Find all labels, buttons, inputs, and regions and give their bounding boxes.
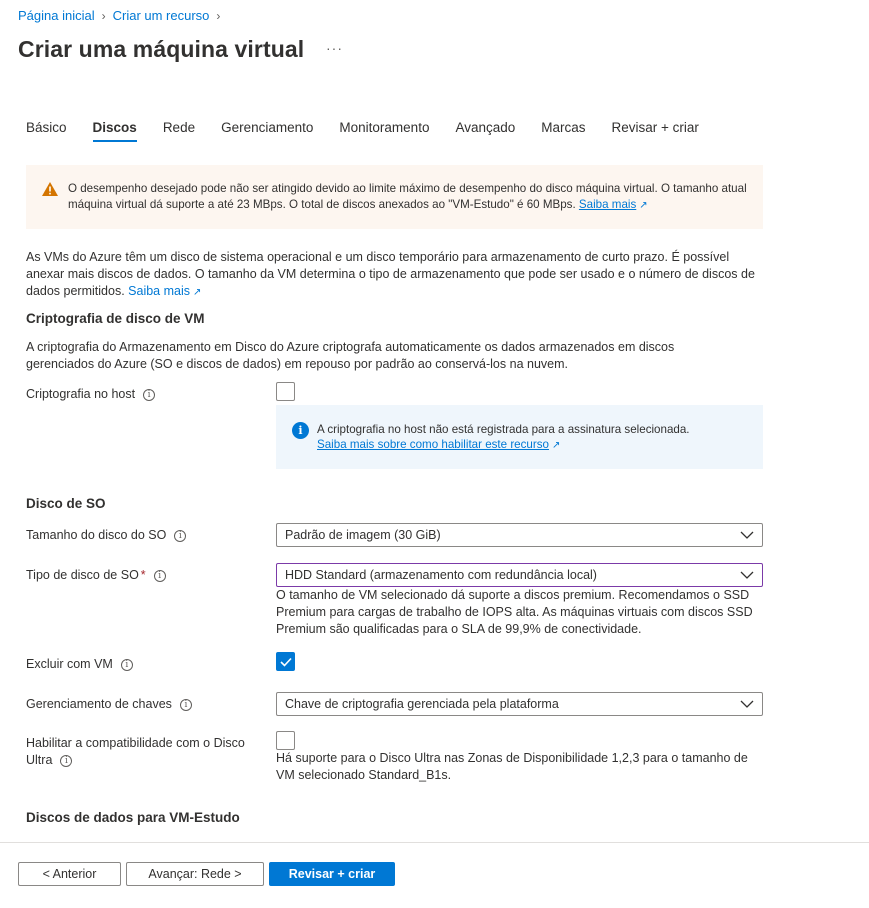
intro-text: As VMs do Azure têm um disco de sistema … bbox=[26, 249, 766, 301]
info-icon[interactable]: i bbox=[179, 698, 192, 711]
os-disk-heading: Disco de SO bbox=[26, 496, 106, 511]
previous-button[interactable]: < Anterior bbox=[18, 862, 121, 886]
key-management-select[interactable]: Chave de criptografia gerenciada pela pl… bbox=[276, 692, 763, 716]
breadcrumb-create-link[interactable]: Criar um recurso bbox=[113, 8, 210, 23]
more-options-icon[interactable]: ··· bbox=[326, 40, 343, 56]
host-encryption-checkbox[interactable] bbox=[276, 382, 295, 401]
data-disks-heading: Discos de dados para VM-Estudo bbox=[26, 810, 240, 825]
key-management-label-text: Gerenciamento de chaves bbox=[26, 697, 172, 711]
external-link-icon: ↗ bbox=[639, 200, 648, 211]
info-filled-icon: i bbox=[292, 422, 309, 439]
page-title: Criar uma máquina virtual bbox=[18, 36, 305, 62]
intro-learn-more-link[interactable]: Saiba mais bbox=[128, 284, 190, 298]
delete-with-vm-checkbox[interactable] bbox=[276, 652, 295, 671]
os-disk-size-value: Padrão de imagem (30 GiB) bbox=[285, 528, 441, 542]
os-disk-size-label: Tamanho do disco do SO i bbox=[26, 527, 187, 544]
chevron-down-icon bbox=[740, 700, 754, 708]
info-icon[interactable]: i bbox=[153, 569, 166, 582]
os-disk-size-select[interactable]: Padrão de imagem (30 GiB) bbox=[276, 523, 763, 547]
tab-discos[interactable]: Discos bbox=[92, 120, 138, 142]
chevron-right-icon: › bbox=[216, 8, 221, 23]
os-disk-type-label-text: Tipo de disco de SO bbox=[26, 568, 139, 582]
os-disk-type-label: Tipo de disco de SO * i bbox=[26, 567, 166, 584]
host-encryption-info-box: i A criptografia no host não está regist… bbox=[276, 405, 763, 469]
checkmark-icon bbox=[280, 657, 292, 667]
os-disk-type-value: HDD Standard (armazenamento com redundân… bbox=[285, 568, 597, 582]
os-disk-type-select[interactable]: HDD Standard (armazenamento com redundân… bbox=[276, 563, 763, 587]
encryption-heading: Criptografia de disco de VM bbox=[26, 311, 205, 326]
warning-banner: O desempenho desejado pode não ser ating… bbox=[26, 165, 763, 229]
chevron-down-icon bbox=[740, 571, 754, 579]
info-box-text: A criptografia no host não está registra… bbox=[317, 423, 690, 436]
warning-icon bbox=[42, 182, 58, 196]
tab-rede[interactable]: Rede bbox=[163, 120, 195, 142]
next-network-button[interactable]: Avançar: Rede > bbox=[126, 862, 264, 886]
external-link-icon: ↗ bbox=[193, 287, 202, 298]
ultra-disk-checkbox[interactable] bbox=[276, 731, 295, 750]
required-marker: * bbox=[140, 568, 146, 582]
info-icon[interactable]: i bbox=[60, 754, 73, 767]
os-disk-type-help: O tamanho de VM selecionado dá suporte a… bbox=[276, 588, 753, 636]
ultra-disk-label-line1: Habilitar a compatibilidade com o Disco bbox=[26, 736, 245, 750]
tab-gerenciamento[interactable]: Gerenciamento bbox=[221, 120, 313, 142]
delete-with-vm-label: Excluir com VM i bbox=[26, 656, 133, 673]
encryption-description: A criptografia do Armazenamento em Disco… bbox=[26, 340, 675, 371]
footer-divider bbox=[0, 842, 869, 843]
tab-avancado[interactable]: Avançado bbox=[455, 120, 515, 142]
ultra-disk-help: Há suporte para o Disco Ultra nas Zonas … bbox=[276, 751, 748, 782]
tab-basico[interactable]: Básico bbox=[26, 120, 67, 142]
host-encryption-label-text: Criptografia no host bbox=[26, 387, 136, 401]
ultra-disk-label-line2: Ultra bbox=[26, 753, 53, 767]
delete-with-vm-label-text: Excluir com VM bbox=[26, 657, 113, 671]
breadcrumb-home-link[interactable]: Página inicial bbox=[18, 8, 95, 23]
info-icon[interactable]: i bbox=[143, 388, 156, 401]
breadcrumb: Página inicial › Criar um recurso › bbox=[18, 8, 227, 23]
chevron-right-icon: › bbox=[101, 8, 106, 23]
chevron-down-icon bbox=[740, 531, 754, 539]
review-create-button[interactable]: Revisar + criar bbox=[269, 862, 395, 886]
info-icon[interactable]: i bbox=[120, 658, 133, 671]
tab-monitoramento[interactable]: Monitoramento bbox=[339, 120, 429, 142]
ultra-disk-label: Habilitar a compatibilidade com o Disco … bbox=[26, 735, 245, 769]
warning-learn-more-link[interactable]: Saiba mais bbox=[579, 198, 636, 211]
key-management-value: Chave de criptografia gerenciada pela pl… bbox=[285, 697, 559, 711]
info-box-learn-more-link[interactable]: Saiba mais sobre como habilitar este rec… bbox=[317, 438, 549, 451]
os-disk-size-label-text: Tamanho do disco do SO bbox=[26, 528, 167, 542]
tab-revisar-criar[interactable]: Revisar + criar bbox=[612, 120, 699, 142]
info-icon[interactable]: i bbox=[174, 529, 187, 542]
tab-bar: Básico Discos Rede Gerenciamento Monitor… bbox=[26, 120, 725, 142]
key-management-label: Gerenciamento de chaves i bbox=[26, 696, 192, 713]
tab-marcas[interactable]: Marcas bbox=[541, 120, 585, 142]
external-link-icon: ↗ bbox=[551, 440, 561, 451]
host-encryption-label: Criptografia no host i bbox=[26, 386, 156, 403]
